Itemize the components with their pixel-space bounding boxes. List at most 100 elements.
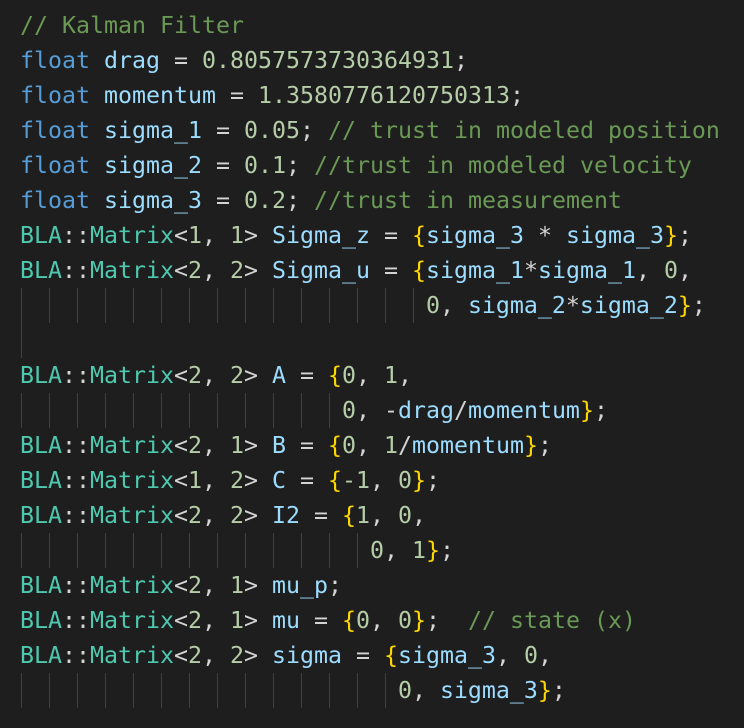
code-line[interactable]: BLA::Matrix<2, 2> sigma = {sigma_3, 0, xyxy=(20,638,720,673)
code-line[interactable]: BLA::Matrix<2, 1> mu = {0, 0}; // state … xyxy=(20,603,720,638)
punctuation-token: < xyxy=(174,467,188,494)
punctuation-token: > xyxy=(244,467,272,494)
keyword-token: float xyxy=(20,82,90,109)
type-token: Matrix xyxy=(90,257,174,284)
punctuation-token: = xyxy=(201,152,244,179)
code-line[interactable]: BLA::Matrix<1, 2> C = {-1, 0}; xyxy=(20,463,720,498)
punctuation-token xyxy=(90,47,104,74)
punctuation-token xyxy=(90,187,104,214)
punctuation-token: :: xyxy=(62,607,90,634)
punctuation-token: , xyxy=(537,642,552,669)
identifier-token: mu_p xyxy=(272,572,328,599)
identifier-token: sigma_3 xyxy=(398,642,496,669)
code-line[interactable]: BLA::Matrix<2, 2> Sigma_u = {sigma_1*sig… xyxy=(20,253,720,288)
punctuation-token: / xyxy=(453,397,468,424)
type-token: Matrix xyxy=(90,642,174,669)
type-token: Matrix xyxy=(90,607,174,634)
code-line[interactable] xyxy=(20,323,720,358)
identifier-token: Sigma_z xyxy=(272,222,370,249)
identifier-token: Sigma_u xyxy=(272,257,370,284)
code-line[interactable]: BLA::Matrix<1, 1> Sigma_z = {sigma_3 * s… xyxy=(20,218,720,253)
punctuation-token: , xyxy=(202,607,230,634)
brace-token: { xyxy=(342,502,356,529)
punctuation-token: = xyxy=(342,642,384,669)
punctuation-token: :: xyxy=(62,432,90,459)
type-token: Matrix xyxy=(90,502,174,529)
type-token: Matrix xyxy=(90,572,174,599)
brace-token: } xyxy=(412,607,426,634)
type-token: BLA xyxy=(20,432,62,459)
punctuation-token: = xyxy=(300,502,342,529)
brace-token: { xyxy=(328,467,342,494)
identifier-token: sigma_2 xyxy=(104,152,202,179)
punctuation-token: ; xyxy=(537,432,552,459)
punctuation-token: :: xyxy=(62,502,90,529)
code-line[interactable]: BLA::Matrix<2, 1> mu_p; xyxy=(20,568,720,603)
punctuation-token: < xyxy=(174,432,188,459)
punctuation-token: ; xyxy=(285,187,314,214)
punctuation-token: = xyxy=(286,432,328,459)
punctuation-token: < xyxy=(174,607,188,634)
keyword-token: float xyxy=(20,187,90,214)
number-literal: 2 xyxy=(230,502,244,529)
identifier-token: sigma_3 xyxy=(425,222,524,249)
punctuation-token xyxy=(90,117,104,144)
code-line[interactable]: float sigma_1 = 0.05; // trust in modele… xyxy=(20,113,720,148)
code-editor[interactable]: // Kalman Filter float drag = 0.805757373… xyxy=(20,8,720,708)
punctuation-token: < xyxy=(174,222,188,249)
punctuation-token: , xyxy=(202,222,230,249)
code-line[interactable]: BLA::Matrix<2, 1> B = {0, 1/momentum}; xyxy=(20,428,720,463)
brace-token: } xyxy=(677,292,692,319)
punctuation-token: = xyxy=(286,362,328,389)
type-token: BLA xyxy=(20,642,62,669)
type-token: BLA xyxy=(20,467,62,494)
identifier-token: sigma_2 xyxy=(579,292,678,319)
type-token: Matrix xyxy=(90,432,174,459)
code-line[interactable]: BLA::Matrix<2, 2> A = {0, 1, xyxy=(20,358,720,393)
code-line[interactable]: 0, sigma_3}; xyxy=(20,673,720,708)
punctuation-token: , xyxy=(370,467,398,494)
number-literal: 0 xyxy=(663,257,678,284)
code-line[interactable]: float momentum = 1.3580776120750313; xyxy=(20,78,720,113)
code-line[interactable]: 0, -drag/momentum}; xyxy=(20,393,720,428)
comment-token: // Kalman Filter xyxy=(20,12,244,39)
punctuation-token: ; xyxy=(328,572,342,599)
punctuation-token: , xyxy=(398,362,412,389)
punctuation-token: , xyxy=(202,432,230,459)
punctuation-token: = xyxy=(201,187,244,214)
number-literal: 2 xyxy=(230,467,244,494)
number-literal: 0 xyxy=(397,677,412,704)
punctuation-token: :: xyxy=(62,362,90,389)
code-line[interactable]: float sigma_2 = 0.1; //trust in modeled … xyxy=(20,148,720,183)
punctuation-token: , xyxy=(495,642,524,669)
punctuation-token: , xyxy=(202,257,230,284)
number-literal: 1 xyxy=(384,362,398,389)
number-literal: 2 xyxy=(230,642,244,669)
punctuation-token: ; xyxy=(551,677,566,704)
code-line[interactable]: float sigma_3 = 0.2; //trust in measurem… xyxy=(20,183,720,218)
code-line[interactable]: 0, 1}; xyxy=(20,533,720,568)
identifier-token: drag xyxy=(397,397,454,424)
number-literal: 0 xyxy=(342,432,356,459)
punctuation-token: = xyxy=(201,117,244,144)
indent-guides xyxy=(20,323,48,358)
code-line[interactable]: // Kalman Filter xyxy=(20,8,720,43)
punctuation-token: , xyxy=(383,537,412,564)
number-literal: 2 xyxy=(230,257,244,284)
code-line[interactable]: BLA::Matrix<2, 2> I2 = {1, 0, xyxy=(20,498,720,533)
brace-token: } xyxy=(412,467,426,494)
punctuation-token: = xyxy=(286,467,328,494)
brace-token: { xyxy=(328,432,342,459)
number-literal: 0 xyxy=(341,397,356,424)
number-literal: 1 xyxy=(411,537,426,564)
type-token: Matrix xyxy=(90,467,174,494)
brace-token: { xyxy=(342,607,356,634)
code-line[interactable]: float drag = 0.8057573730364931; xyxy=(20,43,720,78)
punctuation-token: ; xyxy=(677,222,692,249)
number-literal: 2 xyxy=(188,257,202,284)
number-literal: 1 xyxy=(230,607,244,634)
number-literal: 0.8057573730364931 xyxy=(202,47,454,74)
punctuation-token: , xyxy=(677,257,692,284)
code-line[interactable]: 0, sigma_2*sigma_2}; xyxy=(20,288,720,323)
punctuation-token: ; xyxy=(509,82,524,109)
